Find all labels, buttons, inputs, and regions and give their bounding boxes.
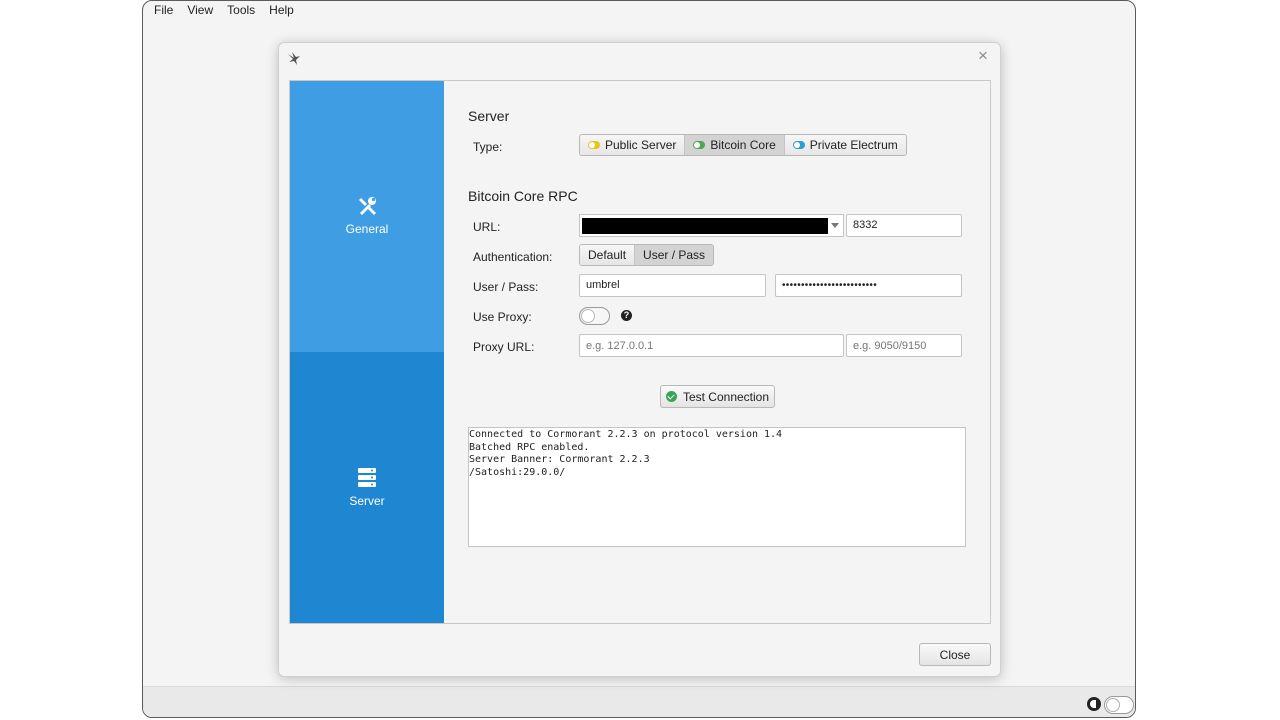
theme-icon: [1087, 697, 1101, 711]
preferences-dialog: × General Server Server Type: Public Ser…: [278, 42, 1001, 677]
use-proxy-toggle[interactable]: [579, 307, 610, 325]
type-bitcoin-core-label: Bitcoin Core: [710, 138, 776, 152]
toggle-knob: [581, 309, 595, 323]
auth-default-button[interactable]: Default: [580, 245, 636, 265]
auth-user-pass-button[interactable]: User / Pass: [635, 245, 714, 265]
status-bar: [143, 686, 1135, 717]
sparrow-logo-icon: [288, 52, 300, 65]
close-button[interactable]: Close: [919, 643, 991, 666]
help-icon[interactable]: ?: [621, 310, 632, 321]
theme-toggle[interactable]: [1104, 696, 1134, 714]
log-line: /Satoshi:29.0.0/: [469, 466, 566, 478]
tools-icon: [359, 197, 376, 215]
url-combobox[interactable]: [579, 214, 844, 237]
log-line: Connected to Cormorant 2.2.3 on protocol…: [469, 429, 783, 440]
sidebar-item-general[interactable]: General: [290, 81, 444, 352]
sidebar-item-server[interactable]: Server: [290, 352, 444, 623]
chevron-down-icon[interactable]: [831, 223, 839, 228]
toggle-dot-icon: [588, 141, 600, 149]
sidebar: General Server: [290, 81, 444, 623]
type-private-electrum-label: Private Electrum: [809, 138, 898, 152]
url-redacted-value: [582, 218, 828, 234]
username-field[interactable]: umbrel: [579, 274, 766, 297]
authentication-label: Authentication:: [473, 250, 553, 264]
server-type-selector: Public Server Bitcoin Core Private Elect…: [579, 134, 907, 156]
type-private-electrum-button[interactable]: Private Electrum: [784, 135, 906, 155]
menubar: File View Tools Help: [143, 1, 1135, 18]
menu-help[interactable]: Help: [262, 3, 301, 17]
password-field[interactable]: •••••••••••••••••••••••••: [775, 274, 962, 297]
toggle-dot-icon: [792, 141, 805, 149]
url-label: URL:: [473, 220, 501, 234]
menu-tools[interactable]: Tools: [220, 3, 262, 17]
dialog-body: General Server Server Type: Public Serve…: [289, 80, 991, 624]
menu-view[interactable]: View: [180, 3, 220, 17]
check-circle-icon: [665, 391, 677, 402]
server-icon: [358, 468, 376, 487]
log-line: Batched RPC enabled.: [469, 441, 590, 453]
type-bitcoin-core-button[interactable]: Bitcoin Core: [685, 135, 785, 155]
type-label: Type:: [473, 140, 503, 154]
server-settings-panel: Server Type: Public Server Bitcoin Core …: [444, 81, 990, 623]
menu-file[interactable]: File: [147, 3, 180, 17]
sidebar-item-label: General: [345, 222, 389, 236]
proxy-port-input[interactable]: [846, 334, 962, 357]
toggle-dot-icon: [693, 141, 706, 149]
close-icon[interactable]: ×: [975, 47, 991, 64]
type-public-server-button[interactable]: Public Server: [580, 135, 686, 155]
use-proxy-label: Use Proxy:: [473, 310, 532, 324]
test-connection-button[interactable]: Test Connection: [660, 385, 775, 408]
port-field[interactable]: 8332: [846, 214, 962, 237]
authentication-selector: Default User / Pass: [579, 244, 715, 266]
log-line: Server Banner: Cormorant 2.2.3: [469, 454, 650, 465]
proxy-host-input[interactable]: [579, 334, 844, 357]
sidebar-item-label: Server: [349, 494, 385, 508]
proxy-url-label: Proxy URL:: [473, 340, 535, 354]
test-connection-label: Test Connection: [682, 389, 770, 404]
type-public-server-label: Public Server: [605, 138, 677, 152]
section-title-server: Server: [468, 108, 510, 124]
user-pass-label: User / Pass:: [473, 280, 539, 294]
connection-log[interactable]: Connected to Cormorant 2.2.3 on protocol…: [468, 427, 966, 547]
section-title-rpc: Bitcoin Core RPC: [468, 188, 578, 204]
